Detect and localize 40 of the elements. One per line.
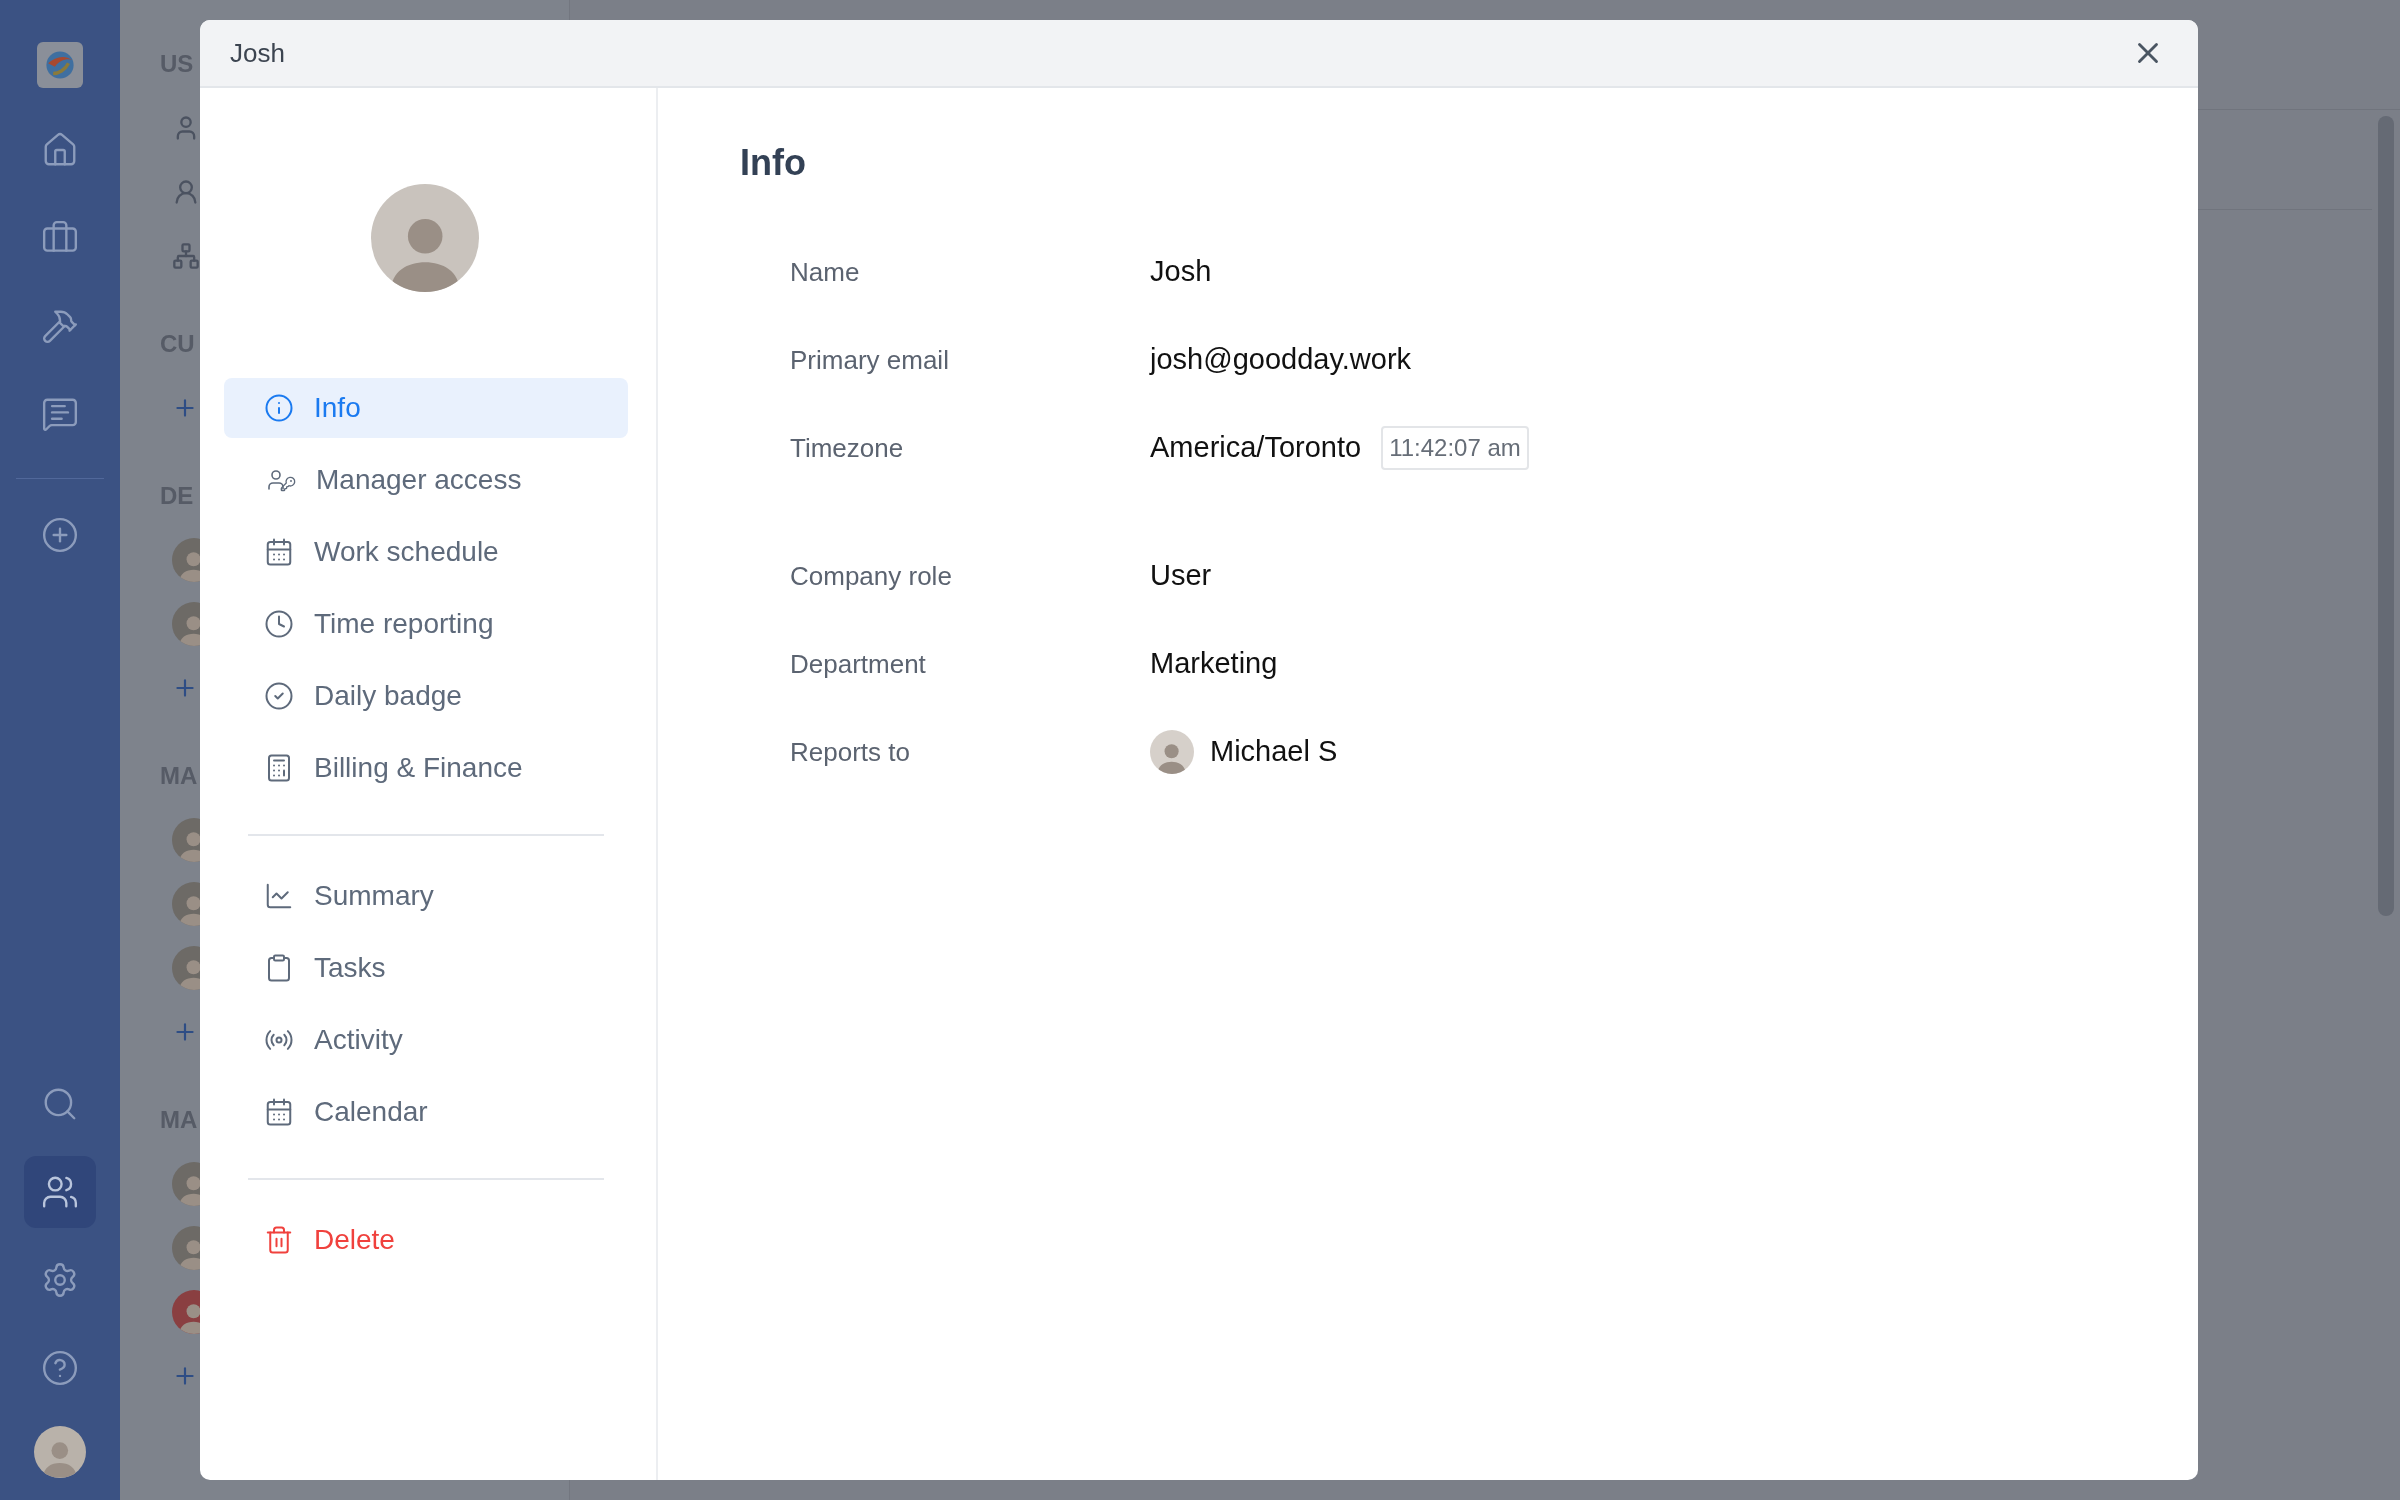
field-value: User <box>1150 558 1212 594</box>
field-label: Primary email <box>790 343 950 377</box>
trash-icon <box>264 1225 294 1255</box>
local-time-badge: 11:42:07 am <box>1381 426 1529 470</box>
check-circle-icon <box>264 681 294 711</box>
field-label: Company role <box>790 559 953 593</box>
field-label: Timezone <box>790 431 905 465</box>
nav-item[interactable]: Work schedule <box>224 522 628 582</box>
clock-icon <box>264 609 294 639</box>
nav-item[interactable]: Summary <box>224 866 628 926</box>
nav-item[interactable]: Activity <box>224 1010 628 1070</box>
calendar-icon <box>264 1097 294 1127</box>
field-value: America/Toronto <box>1150 430 1362 466</box>
nav-item[interactable]: Time reporting <box>224 594 628 654</box>
section-heading: Info <box>740 141 807 185</box>
dialog-title: Josh <box>230 36 285 70</box>
nav-item[interactable]: Daily badge <box>224 666 628 726</box>
nav-item[interactable]: Tasks <box>224 938 628 998</box>
nav-item[interactable]: Delete <box>224 1210 628 1270</box>
nav-item[interactable]: Billing & Finance <box>224 738 628 798</box>
calendar-icon <box>264 537 294 567</box>
app-logo[interactable] <box>37 42 83 88</box>
users-button[interactable] <box>24 1156 96 1228</box>
field-label: Reports to <box>790 735 911 769</box>
hierarchy-icon <box>172 242 200 270</box>
field-value: Michael S <box>1210 734 1338 770</box>
field-value: Josh <box>1150 254 1212 290</box>
user-avatar <box>34 1426 86 1478</box>
add-icon <box>41 516 79 554</box>
person-avatar <box>1150 730 1194 774</box>
field-value: josh@goodday.work <box>1150 342 1412 378</box>
nav-item[interactable]: Info <box>224 378 628 438</box>
field-label: Name <box>790 255 861 289</box>
info-icon <box>264 393 294 423</box>
field-label: Department <box>790 647 927 681</box>
help-icon <box>41 1349 79 1387</box>
chart-icon <box>264 881 294 911</box>
field-value: Marketing <box>1150 646 1278 682</box>
nav-item[interactable]: Calendar <box>224 1082 628 1142</box>
nav-item[interactable]: Manager access <box>224 450 628 510</box>
